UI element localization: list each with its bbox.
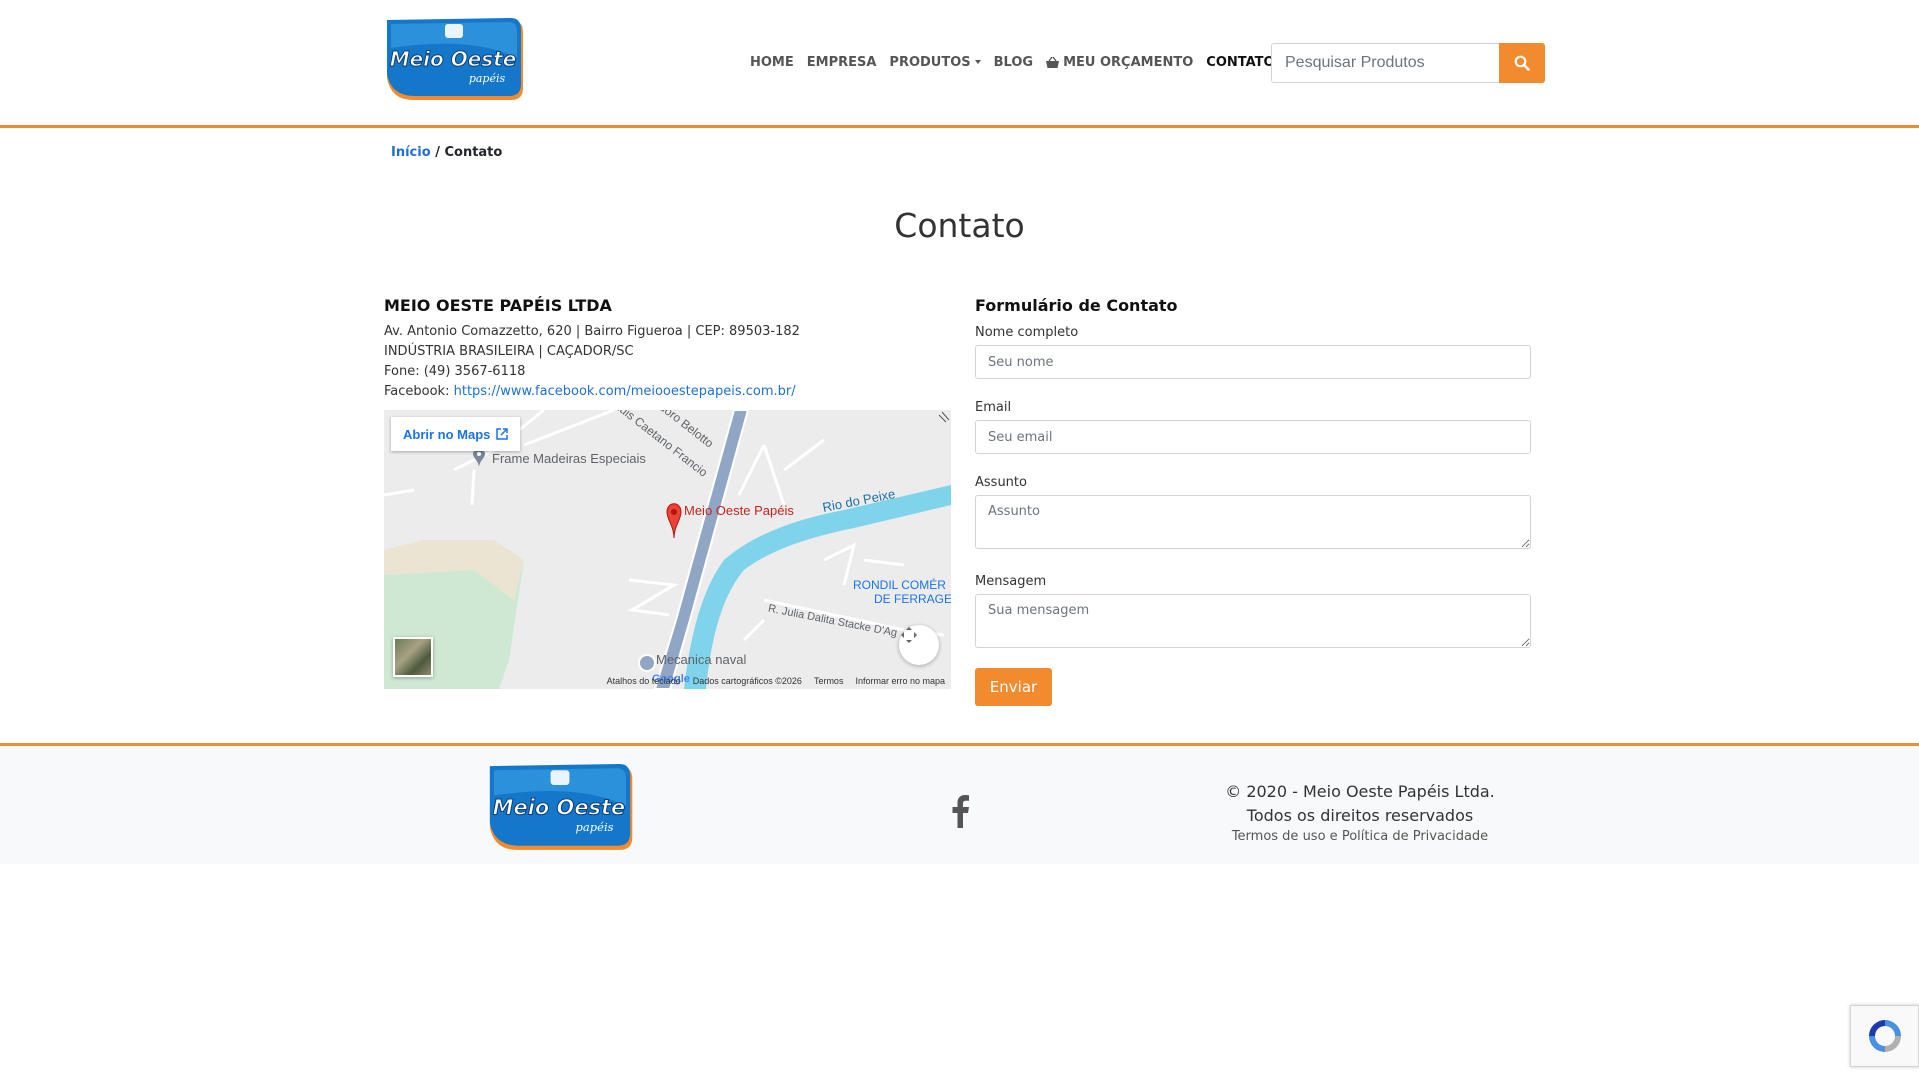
svg-text:papéis: papéis: [469, 72, 506, 85]
basket-icon: [1046, 56, 1060, 68]
nav-meu-orcamento-label: MEU ORÇAMENTO: [1063, 54, 1194, 70]
map-label-place[interactable]: Meio Oeste Papéis: [684, 503, 794, 518]
map-keyboard-shortcuts[interactable]: Atalhos do teclado: [607, 676, 681, 686]
breadcrumb-home[interactable]: Início: [391, 145, 431, 160]
legal-separator: e: [1329, 829, 1338, 844]
nav-produtos-label: PRODUTOS: [889, 54, 971, 70]
main-nav: HOME EMPRESA PRODUTOS BLOG MEU ORÇAMENTO…: [750, 53, 1288, 71]
map-fullscreen-button[interactable]: [899, 625, 939, 665]
facebook-link[interactable]: https://www.facebook.com/meiooestepapeis…: [454, 384, 796, 399]
open-in-maps-button[interactable]: Abrir no Maps: [391, 417, 521, 451]
map-report-link[interactable]: Informar erro no mapa: [855, 676, 945, 686]
brand-logo[interactable]: Meio Oeste papéis: [383, 18, 525, 102]
submit-button[interactable]: Enviar: [975, 668, 1052, 706]
copyright: © 2020 - Meio Oeste Papéis Ltda. Todos o…: [1160, 780, 1560, 828]
company-facebook: Facebook: https://www.facebook.com/meioo…: [384, 382, 954, 402]
svg-text:Meio Oeste: Meio Oeste: [390, 47, 517, 71]
subject-label: Assunto: [975, 475, 1027, 490]
map-data-attribution: Dados cartográficos ©2026: [692, 676, 802, 686]
email-field[interactable]: [975, 420, 1531, 454]
breadcrumb-separator: /: [435, 145, 440, 160]
email-label: Email: [975, 400, 1012, 415]
name-label: Nome completo: [975, 325, 1079, 340]
external-link-icon: [496, 428, 509, 440]
search-icon: [1514, 55, 1530, 71]
contact-form: Formulário de Contato Nome completo Emai…: [975, 296, 1531, 706]
breadcrumb-current: Contato: [444, 145, 503, 160]
facebook-label: Facebook:: [384, 384, 450, 399]
nav-empresa[interactable]: EMPRESA: [807, 55, 877, 70]
company-info: MEIO OESTE PAPÉIS LTDA Av. Antonio Comaz…: [384, 296, 954, 402]
move-arrows-icon: [901, 627, 917, 643]
map-label-naval: Mecanica naval: [656, 652, 747, 667]
message-label: Mensagem: [975, 574, 1047, 589]
copyright-line2: Todos os direitos reservados: [1246, 806, 1474, 825]
subject-field[interactable]: [975, 495, 1531, 549]
legal-links: Termos de uso e Política de Privacidade: [1160, 829, 1560, 844]
map-label-frame: Frame Madeiras Especiais: [492, 451, 646, 466]
facebook-icon[interactable]: [948, 794, 972, 828]
privacy-link[interactable]: Política de Privacidade: [1342, 829, 1488, 844]
terms-link[interactable]: Termos de uso: [1232, 829, 1326, 844]
nav-home[interactable]: HOME: [750, 55, 794, 70]
company-name: MEIO OESTE PAPÉIS LTDA: [384, 296, 612, 315]
form-title: Formulário de Contato: [975, 296, 1178, 315]
name-field[interactable]: [975, 345, 1531, 379]
site-footer: Meio Oeste papéis © 2020 - Meio Oeste Pa…: [0, 743, 1919, 864]
nav-produtos[interactable]: PRODUTOS: [889, 54, 981, 70]
message-field[interactable]: [975, 594, 1531, 648]
map-label-rondil1: RONDIL COMÉR: [853, 578, 946, 592]
nav-blog[interactable]: BLOG: [994, 55, 1033, 70]
search-input[interactable]: [1271, 43, 1499, 83]
page-title: Contato: [894, 206, 1025, 245]
map-terms-link[interactable]: Termos: [814, 676, 844, 686]
recaptcha-icon: [1868, 1020, 1901, 1052]
recaptcha-badge[interactable]: [1850, 1005, 1919, 1067]
nav-contato[interactable]: CONTATO: [1206, 55, 1274, 70]
nav-meu-orcamento[interactable]: MEU ORÇAMENTO: [1046, 55, 1193, 70]
site-header: Meio Oeste papéis HOME EMPRESA PRODUTOS …: [0, 0, 1919, 128]
product-search: [1271, 43, 1545, 83]
map-footer: Atalhos do teclado Dados cartográficos ©…: [607, 676, 945, 686]
open-in-maps-label: Abrir no Maps: [403, 426, 491, 442]
breadcrumb: Início / Contato: [391, 145, 502, 160]
caret-down-icon: [974, 60, 981, 64]
svg-text:Meio Oeste: Meio Oeste: [493, 795, 626, 819]
copyright-line1: © 2020 - Meio Oeste Papéis Ltda.: [1225, 782, 1495, 801]
company-phone: Fone: (49) 3567-6118: [384, 364, 526, 379]
company-origin: INDÚSTRIA BRASILEIRA | CAÇADOR/SC: [384, 344, 634, 359]
location-map[interactable]: Abrir no Maps Frame Madeiras Especiais M…: [384, 410, 951, 689]
search-button[interactable]: [1499, 43, 1545, 83]
footer-logo[interactable]: Meio Oeste papéis: [484, 764, 636, 852]
svg-text:papéis: papéis: [576, 820, 614, 834]
map-layer-toggle[interactable]: [393, 637, 433, 677]
map-label-rondil2: DE FERRAGE: [874, 592, 951, 606]
company-address: Av. Antonio Comazzetto, 620 | Bairro Fig…: [384, 324, 800, 339]
